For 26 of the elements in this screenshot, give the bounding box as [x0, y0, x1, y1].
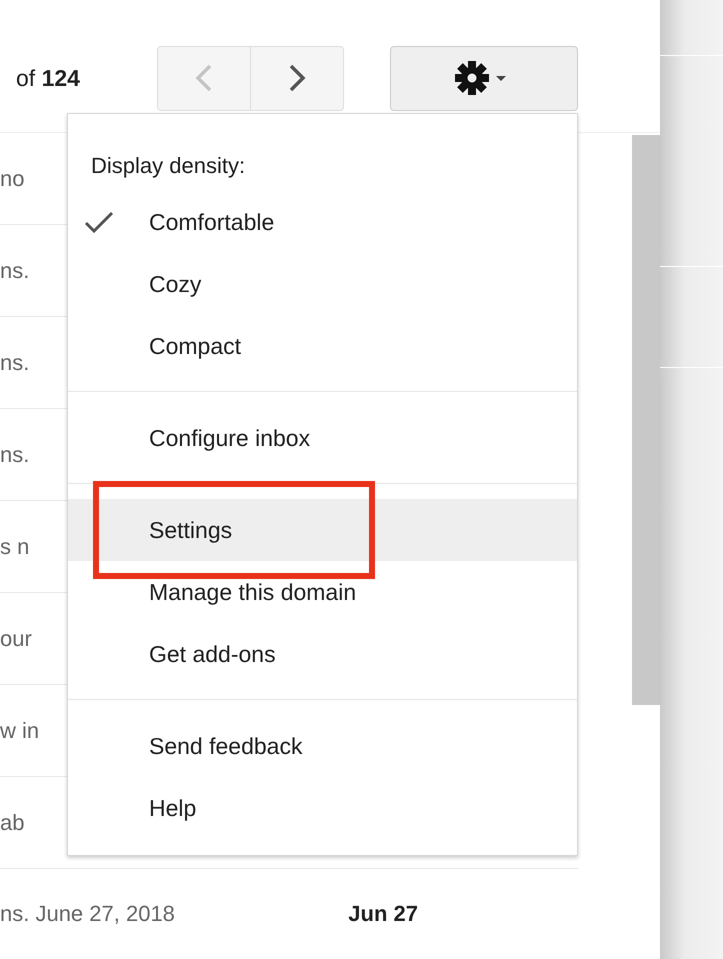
scrollbar-thumb[interactable] — [632, 135, 660, 705]
menu-heading: Display density: — [90, 152, 246, 180]
menu-item[interactable]: Configure inbox — [68, 407, 577, 469]
message-snippet: no — [0, 166, 24, 192]
menu-item[interactable]: Send feedback — [68, 715, 577, 777]
message-snippet: ns. June 27, 2018 — [0, 901, 175, 927]
settings-button[interactable] — [390, 46, 578, 110]
message-snippet: ns. — [0, 258, 30, 284]
message-date: Jun 27 — [348, 901, 418, 927]
menu-item[interactable]: Help — [68, 777, 577, 839]
message-snippet: ns. — [0, 350, 30, 376]
gear-icon — [455, 61, 489, 95]
message-snippet: our — [0, 626, 32, 652]
menu-item[interactable]: Compact — [68, 315, 577, 377]
menu-item[interactable]: Comfortable — [68, 191, 577, 253]
page-range: of 124 — [16, 64, 81, 92]
message-snippet: ab — [0, 810, 24, 836]
menu-item[interactable]: Get add-ons — [68, 623, 577, 685]
message-snippet: ns. — [0, 442, 30, 468]
message-snippet: s n — [0, 534, 30, 560]
menu-item[interactable]: Settings — [68, 499, 577, 561]
menu-item[interactable]: Manage this domain — [68, 561, 577, 623]
next-page-button[interactable] — [251, 46, 344, 110]
message-snippet: w in — [0, 718, 40, 744]
menu-item[interactable]: Cozy — [68, 253, 577, 315]
caret-icon — [496, 76, 506, 81]
